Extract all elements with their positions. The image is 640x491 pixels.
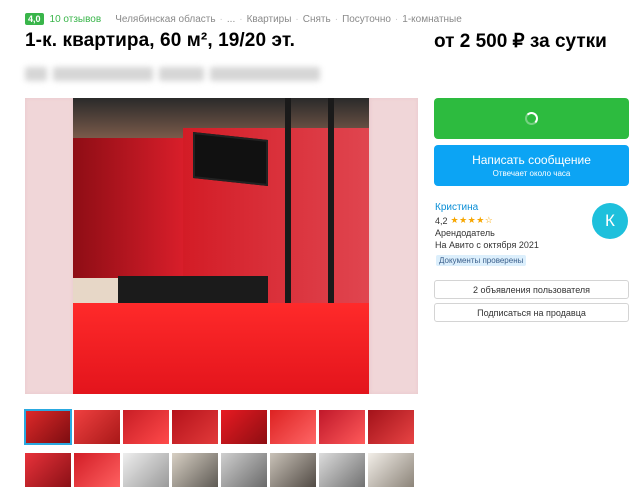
thumbnail[interactable] xyxy=(123,453,169,487)
photo-bed xyxy=(73,303,369,394)
thumbnail[interactable] xyxy=(172,410,218,444)
breadcrumb-item-apartments[interactable]: Квартиры xyxy=(247,14,292,25)
thumbnail[interactable] xyxy=(368,453,414,487)
photo-bed-post xyxy=(328,98,334,328)
thumbnail[interactable] xyxy=(368,410,414,444)
thumbnail[interactable] xyxy=(270,453,316,487)
documents-verified-badge: Документы проверены xyxy=(436,255,527,266)
thumbnail-row xyxy=(25,453,414,487)
gallery-blur-right xyxy=(370,98,418,394)
listing-title: 1-к. квартира, 60 м², 19/20 эт. xyxy=(25,30,295,51)
breadcrumb-item-region[interactable]: Челябинская область xyxy=(115,14,215,25)
listing-price: от 2 500 ₽ за сутки xyxy=(434,31,607,52)
blurred-address xyxy=(25,67,325,85)
seller-listings-button[interactable]: 2 объявления пользователя xyxy=(434,280,629,299)
thumbnail[interactable] xyxy=(74,410,120,444)
photo-tv xyxy=(193,132,268,186)
thumbnail[interactable] xyxy=(172,453,218,487)
breadcrumb-separator: · xyxy=(239,13,243,25)
breadcrumb-item-rent[interactable]: Снять xyxy=(303,14,331,25)
thumbnail[interactable] xyxy=(221,410,267,444)
top-meta-line: 4,0 10 отзывов Челябинская область · ...… xyxy=(25,13,462,25)
seller-rating: 4,2 ★★★★☆ xyxy=(435,215,493,226)
rating-badge: 4,0 xyxy=(25,13,44,25)
thumbnail[interactable] xyxy=(123,410,169,444)
write-message-button[interactable]: Написать сообщение Отвечает около часа xyxy=(434,145,629,186)
thumbnail[interactable] xyxy=(24,409,72,445)
gallery-blur-left xyxy=(25,98,73,394)
thumbnail[interactable] xyxy=(319,410,365,444)
breadcrumb-item-ellipsis[interactable]: ... xyxy=(227,14,235,25)
thumbnail[interactable] xyxy=(25,453,71,487)
breadcrumb-item-daily[interactable]: Посуточно xyxy=(342,14,391,25)
breadcrumb-item-one-room[interactable]: 1-комнатные xyxy=(402,14,462,25)
thumbnail-row xyxy=(24,409,414,445)
photo-gallery[interactable] xyxy=(25,98,418,394)
thumbnail[interactable] xyxy=(270,410,316,444)
write-message-label: Написать сообщение xyxy=(472,153,591,167)
breadcrumb: Челябинская область · ... · Квартиры · С… xyxy=(115,14,462,25)
loading-spinner-icon xyxy=(525,112,538,125)
subscribe-seller-button[interactable]: Подписаться на продавца xyxy=(434,303,629,322)
thumbnail[interactable] xyxy=(319,453,365,487)
star-rating-icon: ★★★★☆ xyxy=(450,215,494,225)
show-phone-button[interactable] xyxy=(434,98,629,139)
seller-since: На Авито с октября 2021 xyxy=(435,240,539,250)
breadcrumb-separator: · xyxy=(394,13,399,25)
breadcrumb-separator: · xyxy=(295,13,299,25)
photo-bed-post xyxy=(285,98,291,328)
breadcrumb-separator: · xyxy=(219,13,223,25)
thumbnail[interactable] xyxy=(74,453,120,487)
response-time-label: Отвечает около часа xyxy=(492,169,571,178)
breadcrumb-separator: · xyxy=(334,13,339,25)
seller-role: Арендодатель xyxy=(435,228,495,238)
seller-rating-value: 4,2 xyxy=(435,215,448,226)
reviews-link[interactable]: 10 отзывов xyxy=(50,14,102,25)
thumbnail[interactable] xyxy=(221,453,267,487)
avatar[interactable]: К xyxy=(592,203,628,239)
seller-name-link[interactable]: Кристина xyxy=(435,202,478,213)
main-photo[interactable] xyxy=(73,98,369,394)
